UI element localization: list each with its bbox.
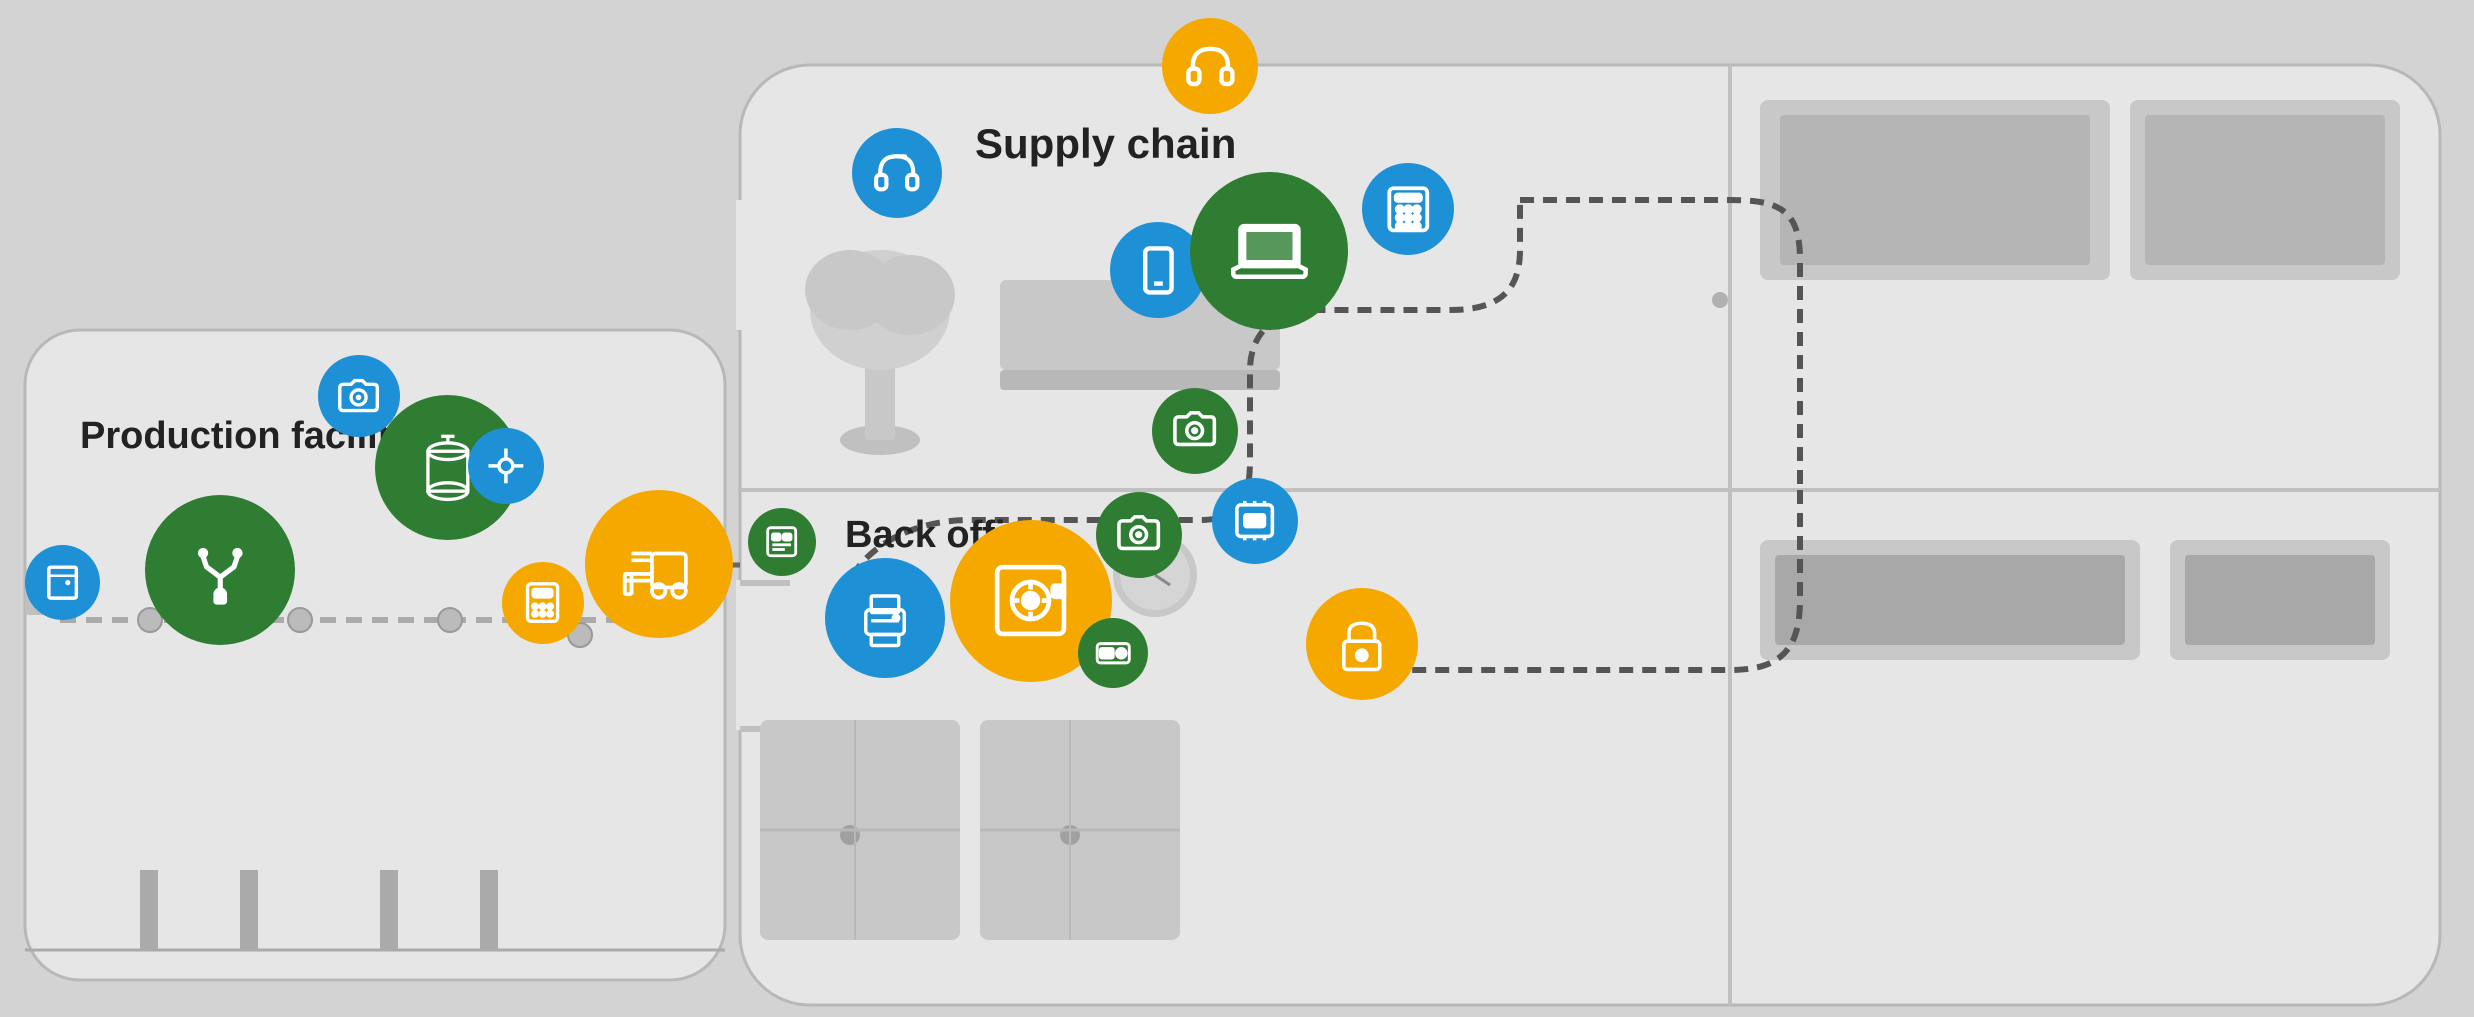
backoffice-lock-icon[interactable] (1306, 588, 1418, 700)
backoffice-panel-icon[interactable] (748, 508, 816, 576)
supply-keypad-icon[interactable] (1362, 163, 1454, 255)
supply-laptop-icon[interactable] (1190, 172, 1348, 330)
prod-robot-arm-icon[interactable] (145, 495, 295, 645)
prod-connector-icon[interactable] (468, 428, 544, 504)
supply-chain-label: Supply chain (975, 120, 1236, 168)
backoffice-printer-icon[interactable] (825, 558, 945, 678)
backoffice-camera1-icon[interactable] (1096, 492, 1182, 578)
supply-headset-blue-icon[interactable] (852, 128, 942, 218)
scene: Production facility Back office Supply c… (0, 0, 2474, 1017)
prod-door-panel-icon[interactable] (25, 545, 100, 620)
backoffice-controller-icon[interactable] (1212, 478, 1298, 564)
prod-calculator-icon[interactable] (502, 562, 584, 644)
backoffice-recorder-icon[interactable] (1078, 618, 1148, 688)
supply-headset-yellow-icon[interactable] (1162, 18, 1258, 114)
backoffice-camera2-icon[interactable] (1152, 388, 1238, 474)
prod-forklift-icon[interactable] (585, 490, 733, 638)
